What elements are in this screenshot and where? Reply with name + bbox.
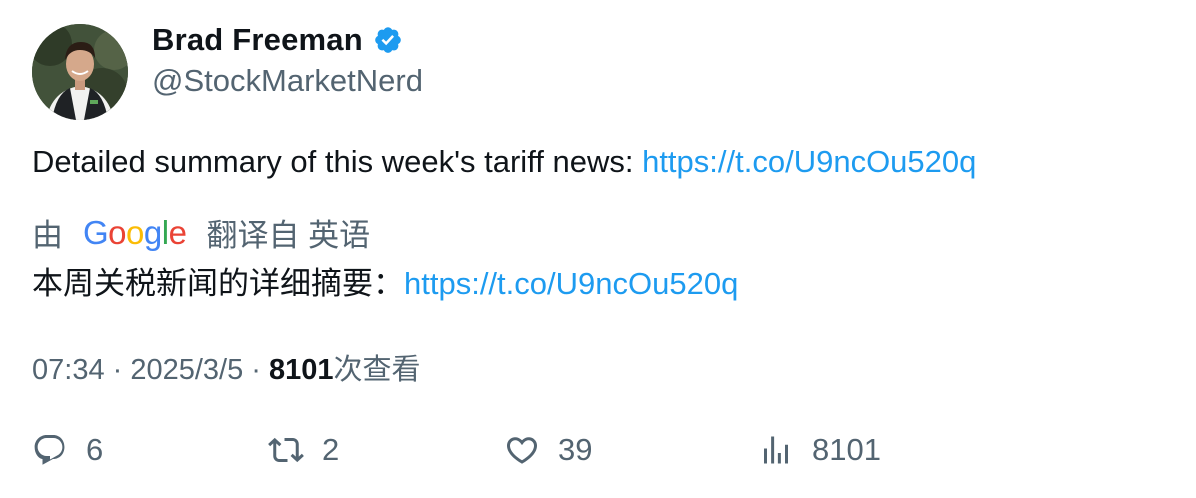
meta-separator: ·: [243, 354, 270, 386]
translated-text: 本周关税新闻的详细摘要：https://t.co/U9ncOu520q: [32, 258, 738, 303]
translation-prefix: 由: [32, 218, 63, 253]
tweet-body: Detailed summary of this week's tariff n…: [32, 144, 643, 179]
views-count: 8101: [812, 432, 881, 467]
reply-icon: [34, 435, 65, 465]
views-button[interactable]: 8101: [758, 432, 881, 468]
translated-body: 本周关税新闻的详细摘要：: [32, 266, 404, 301]
analytics-icon: [764, 436, 788, 464]
google-logo: Google: [83, 214, 187, 251]
meta-separator: ·: [104, 354, 131, 386]
tweet-text: Detailed summary of this week's tariff n…: [32, 144, 976, 180]
translation-suffix: 翻译自 英语: [206, 218, 371, 253]
retweet-button[interactable]: 2: [268, 432, 339, 468]
reply-count: 6: [86, 432, 104, 467]
like-count: 39: [558, 432, 593, 467]
like-button[interactable]: 39: [504, 432, 592, 468]
retweet-count: 2: [322, 432, 340, 467]
tweet-meta: 07:34 · 2025/3/5 · 8101次查看: [32, 346, 421, 388]
author-handle[interactable]: @StockMarketNerd: [152, 63, 423, 99]
author-name[interactable]: Brad Freeman: [152, 22, 363, 58]
views-label: 次查看: [333, 354, 421, 386]
translated-link[interactable]: https://t.co/U9ncOu520q: [404, 266, 738, 301]
reply-button[interactable]: 6: [32, 432, 103, 468]
retweet-icon: [268, 437, 304, 463]
author-name-row[interactable]: Brad Freeman: [152, 22, 403, 58]
verified-badge-icon[interactable]: [373, 25, 403, 55]
heart-icon: [506, 437, 538, 464]
translation-attribution: 由 Google 翻译自 英语: [32, 210, 370, 255]
tweet-link[interactable]: https://t.co/U9ncOu520q: [642, 144, 976, 179]
tweet-date[interactable]: 2025/3/5: [130, 354, 243, 386]
avatar[interactable]: [32, 24, 128, 120]
tweet-time[interactable]: 07:34: [32, 354, 105, 386]
view-count: 8101: [269, 354, 334, 386]
